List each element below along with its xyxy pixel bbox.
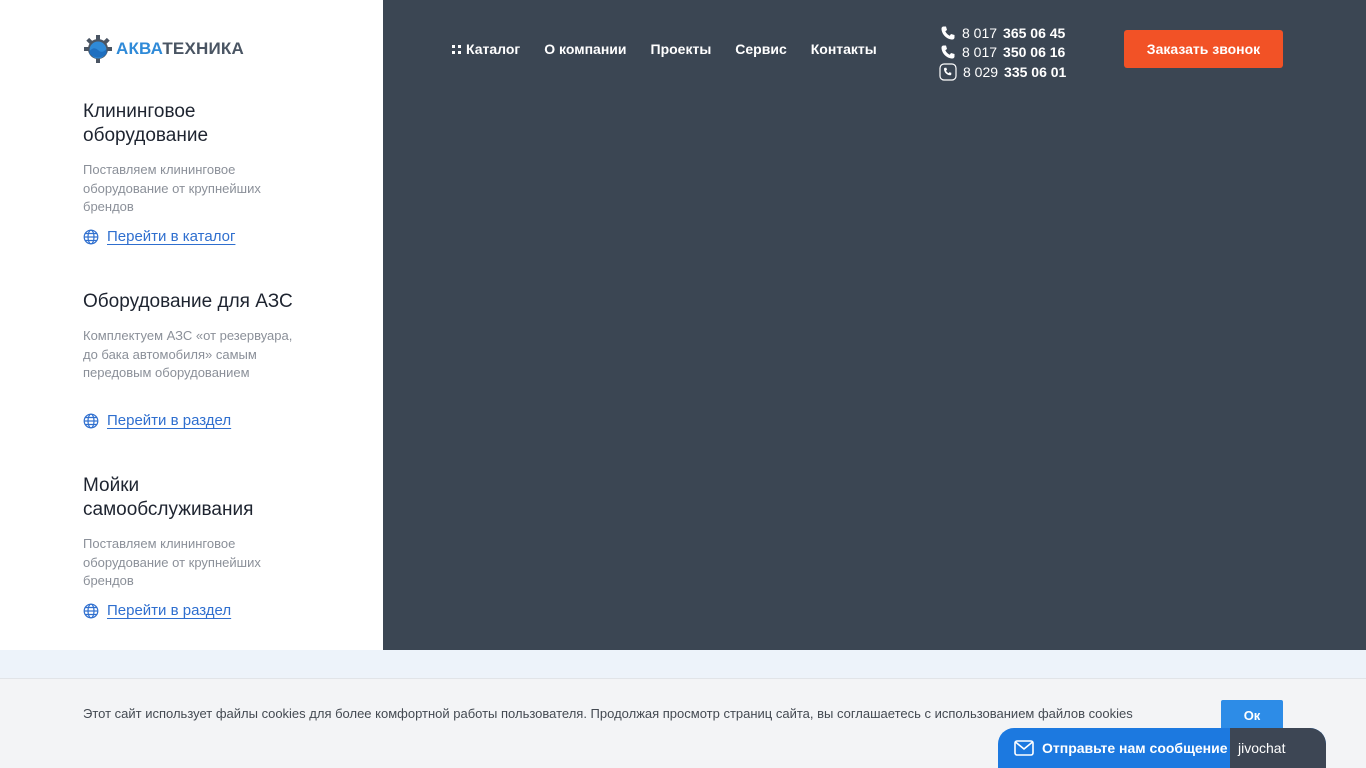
grid-dots-icon: [452, 44, 461, 54]
section-cleaning: Клининговое оборудование Поставляем клин…: [83, 100, 323, 245]
link-label[interactable]: Перейти в раздел: [107, 602, 231, 619]
section-description: Комплектуем АЗС «от резервуара, до бака …: [83, 328, 293, 380]
logo[interactable]: АКВАТЕХНИКА: [83, 34, 244, 64]
phone-link-1[interactable]: 8 017 365 06 45: [940, 23, 1066, 42]
nav-item-label: Каталог: [466, 41, 521, 57]
logo-text-tech: ТЕХНИКА: [162, 39, 244, 58]
main-nav: Каталог О компании Проекты Сервис Контак…: [452, 41, 877, 57]
chat-brand-label: jivochat: [1238, 740, 1286, 756]
nav-item-projects[interactable]: Проекты: [651, 41, 712, 57]
phone-link-2[interactable]: 8 017 350 06 16: [940, 42, 1066, 61]
phone-number: 350 06 16: [1003, 43, 1066, 60]
phone-prefix: 8 017: [962, 24, 998, 41]
section-title: Оборудование для АЗС: [83, 291, 293, 312]
section-car-wash: Мойки самообслуживания Поставляем клинин…: [83, 474, 323, 619]
section-gas-station: Оборудование для АЗС Комплектуем АЗС «от…: [83, 290, 323, 429]
viber-icon: [939, 62, 957, 81]
globe-icon: [83, 603, 99, 618]
nav-item-label: Сервис: [735, 41, 787, 57]
section-link-gas[interactable]: Перейти в раздел: [83, 412, 231, 429]
chat-widget[interactable]: Отправьте нам сообщение jivochat: [998, 728, 1326, 768]
phone-icon: [941, 26, 955, 39]
link-label[interactable]: Перейти в раздел: [107, 412, 231, 429]
logo-gear-icon: [84, 35, 112, 63]
nav-item-contacts[interactable]: Контакты: [811, 41, 877, 57]
section-link-catalog[interactable]: Перейти в каталог: [83, 228, 235, 245]
phone-list: 8 017 365 06 45 8 017 350 06 16 8 029 33…: [939, 23, 1067, 81]
below-band: [0, 650, 1366, 678]
cookie-text: Этот сайт использует файлы cookies для б…: [83, 706, 1133, 721]
phone-link-3[interactable]: 8 029 335 06 01: [939, 62, 1067, 81]
chat-label: Отправьте нам сообщение: [1042, 740, 1228, 756]
section-description: Поставляем клининговое оборудование от к…: [83, 536, 261, 588]
globe-icon: [83, 229, 99, 244]
nav-item-label: О компании: [544, 41, 627, 57]
nav-item-service[interactable]: Сервис: [735, 41, 786, 57]
nav-item-about[interactable]: О компании: [544, 41, 626, 57]
phone-prefix: 8 017: [962, 43, 998, 60]
globe-icon: [83, 413, 99, 428]
order-call-button[interactable]: Заказать звонок: [1124, 30, 1283, 68]
cookie-ok-button[interactable]: Ок: [1221, 700, 1283, 731]
logo-text-aqua: АКВА: [116, 39, 163, 58]
envelope-icon: [1014, 740, 1034, 756]
nav-item-catalog[interactable]: Каталог: [452, 41, 520, 57]
phone-number: 365 06 45: [1003, 24, 1066, 41]
phone-number: 335 06 01: [1004, 63, 1067, 80]
section-link-wash[interactable]: Перейти в раздел: [83, 602, 231, 619]
chat-brand: jivochat: [1230, 728, 1326, 768]
section-title: Мойки самообслуживания: [83, 475, 254, 520]
phone-icon: [941, 45, 955, 58]
phone-prefix: 8 029: [963, 63, 999, 80]
hero-area: [383, 0, 1366, 650]
nav-item-label: Проекты: [650, 41, 712, 57]
nav-item-label: Контакты: [810, 41, 877, 57]
section-description: Поставляем клининговое оборудование от к…: [83, 162, 261, 214]
link-label[interactable]: Перейти в каталог: [107, 228, 235, 245]
section-title: Клининговое оборудование: [83, 101, 209, 146]
